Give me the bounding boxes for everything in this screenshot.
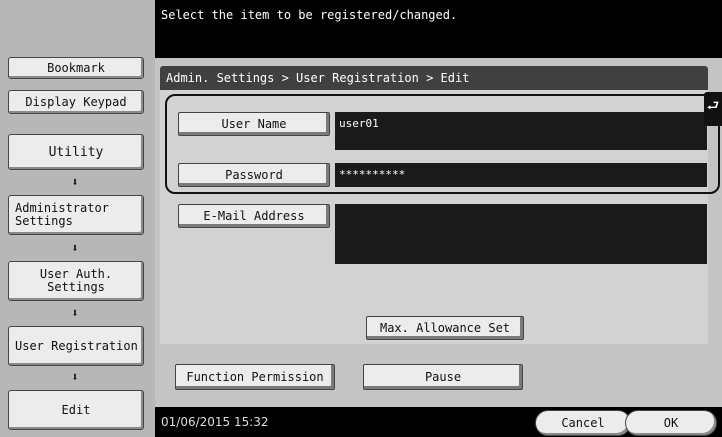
max-allowance-set-button[interactable]: Max. Allowance Set <box>366 316 524 340</box>
path-utility-button[interactable]: Utility <box>8 134 144 170</box>
down-arrow-icon: ⬇ <box>71 306 79 320</box>
form-area: User Name user01 Password ********** E-M… <box>160 90 708 344</box>
password-button[interactable]: Password <box>178 163 330 187</box>
display-keypad-button[interactable]: Display Keypad <box>8 90 144 114</box>
function-permission-button[interactable]: Function Permission <box>175 364 335 390</box>
breadcrumb: Admin. Settings > User Registration > Ed… <box>160 66 708 90</box>
down-arrow-icon: ⬇ <box>71 370 79 384</box>
cancel-button[interactable]: Cancel <box>535 410 631 436</box>
password-field[interactable]: ********** <box>335 163 707 187</box>
back-arrow-icon[interactable]: ⮐ <box>704 92 722 126</box>
datetime: 01/06/2015 15:32 <box>161 415 269 429</box>
email-address-button[interactable]: E-Mail Address <box>178 204 330 228</box>
bookmark-button[interactable]: Bookmark <box>8 57 144 79</box>
down-arrow-icon: ⬇ <box>71 175 79 189</box>
main-panel: Admin. Settings > User Registration > Ed… <box>155 58 722 407</box>
message-bar: Select the item to be registered/changed… <box>155 0 722 58</box>
path-edit-button[interactable]: Edit <box>8 390 144 430</box>
pause-button[interactable]: Pause <box>363 364 523 390</box>
path-user-auth-settings-button[interactable]: User Auth. Settings <box>8 261 144 301</box>
instruction-text: Select the item to be registered/changed… <box>161 8 458 22</box>
ok-button[interactable]: OK <box>625 410 717 436</box>
status-bar: 01/06/2015 15:32 Cancel OK <box>155 407 722 437</box>
user-name-field[interactable]: user01 <box>335 112 707 150</box>
sidebar: Bookmark Display Keypad Utility ⬇ Admini… <box>0 0 155 437</box>
user-name-button[interactable]: User Name <box>178 112 330 136</box>
path-user-registration-button[interactable]: User Registration <box>8 326 144 366</box>
down-arrow-icon: ⬇ <box>71 241 79 255</box>
email-address-field[interactable] <box>335 204 707 264</box>
path-administrator-settings-button[interactable]: Administrator Settings <box>8 195 144 235</box>
